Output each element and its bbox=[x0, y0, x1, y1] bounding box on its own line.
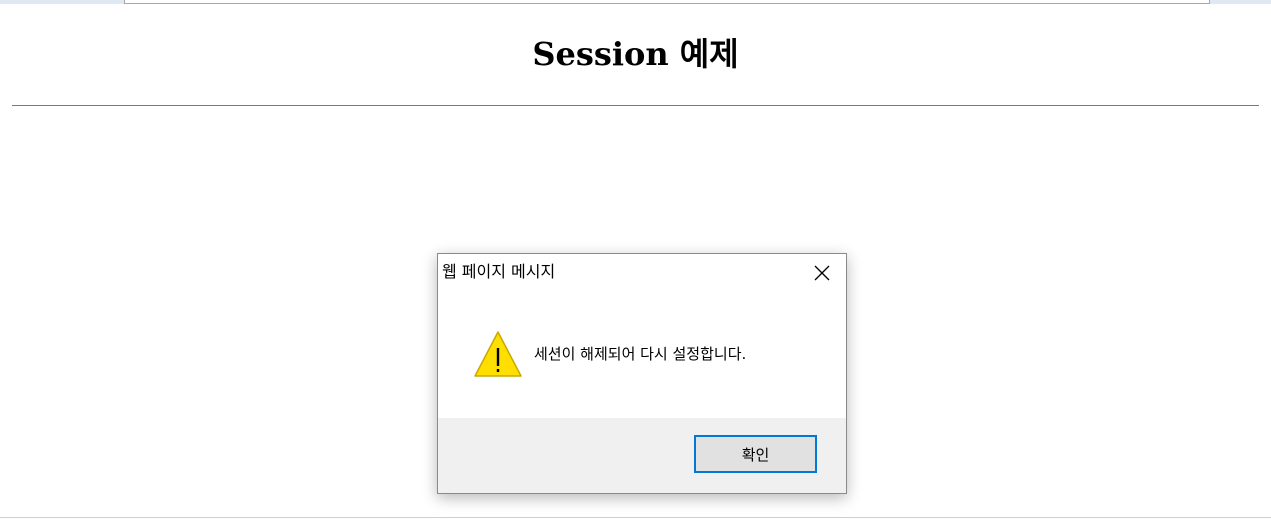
horizontal-rule bbox=[12, 105, 1259, 106]
dialog-footer: 확인 bbox=[438, 418, 846, 493]
address-bar-edge[interactable] bbox=[124, 0, 1210, 4]
browser-top-strip bbox=[0, 0, 1271, 4]
dialog-message: 세션이 해제되어 다시 설정합니다. bbox=[534, 345, 747, 363]
bottom-edge-line bbox=[0, 517, 1271, 518]
page-title: Session 예제 bbox=[532, 35, 739, 73]
warning-icon bbox=[474, 331, 522, 377]
ok-button[interactable]: 확인 bbox=[694, 435, 817, 473]
close-icon bbox=[814, 265, 830, 281]
alert-dialog: 웹 페이지 메시지 세션이 해제되어 다시 설정합니다. 확인 bbox=[437, 253, 847, 494]
dialog-title: 웹 페이지 메시지 bbox=[442, 262, 556, 281]
dialog-close-button[interactable] bbox=[802, 256, 842, 290]
